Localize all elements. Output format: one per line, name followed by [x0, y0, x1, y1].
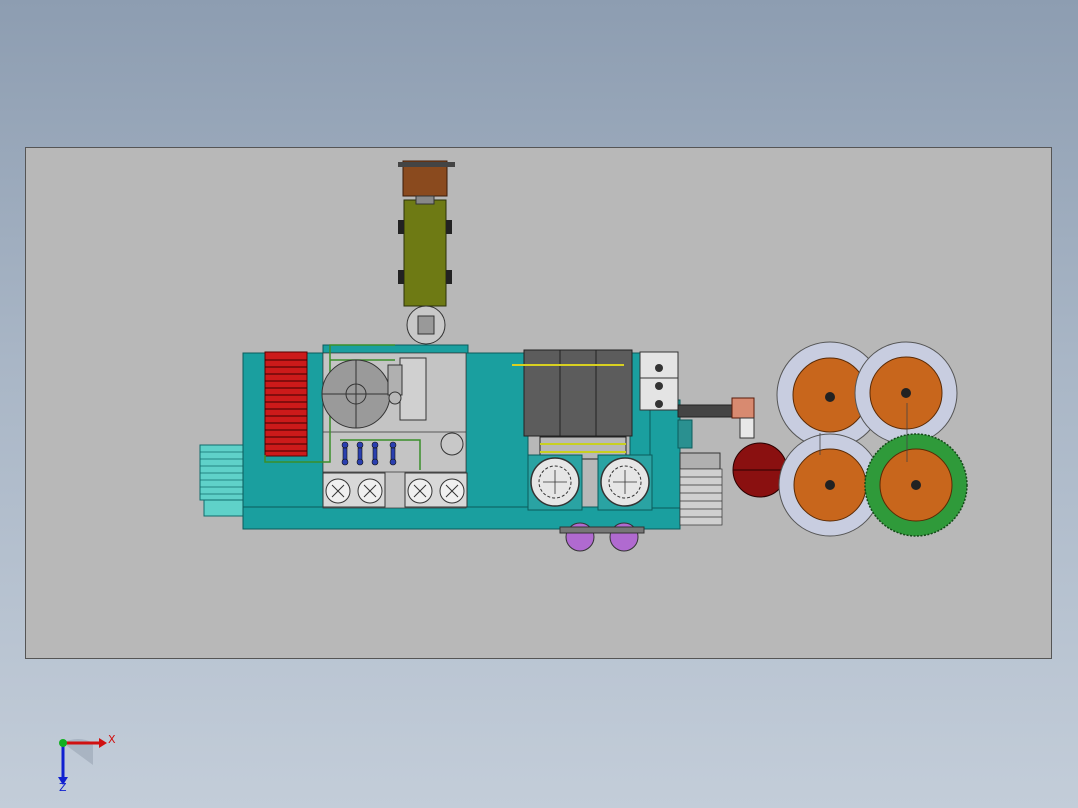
- transport-trailer[interactable]: [398, 160, 455, 345]
- y-axis-dot-icon: [59, 739, 67, 747]
- left-vent-assembly: [199, 444, 245, 517]
- pump-units[interactable]: [559, 522, 645, 552]
- machine-assembly-model[interactable]: [0, 0, 1078, 808]
- x-axis-label: X: [108, 733, 116, 746]
- heater-coil[interactable]: [264, 351, 308, 457]
- gauge-disc: [440, 432, 464, 456]
- x-axis-head-icon: [99, 738, 107, 748]
- fan-housings[interactable]: [527, 454, 653, 511]
- rotary-disc[interactable]: [321, 359, 391, 429]
- feed-elbow[interactable]: [731, 397, 755, 439]
- control-cabinets[interactable]: [512, 349, 633, 460]
- z-axis-label: Z: [59, 781, 67, 794]
- cad-viewport[interactable]: X Z: [0, 0, 1078, 808]
- coil-drums[interactable]: [776, 341, 968, 537]
- orientation-triad: X Z: [58, 733, 116, 794]
